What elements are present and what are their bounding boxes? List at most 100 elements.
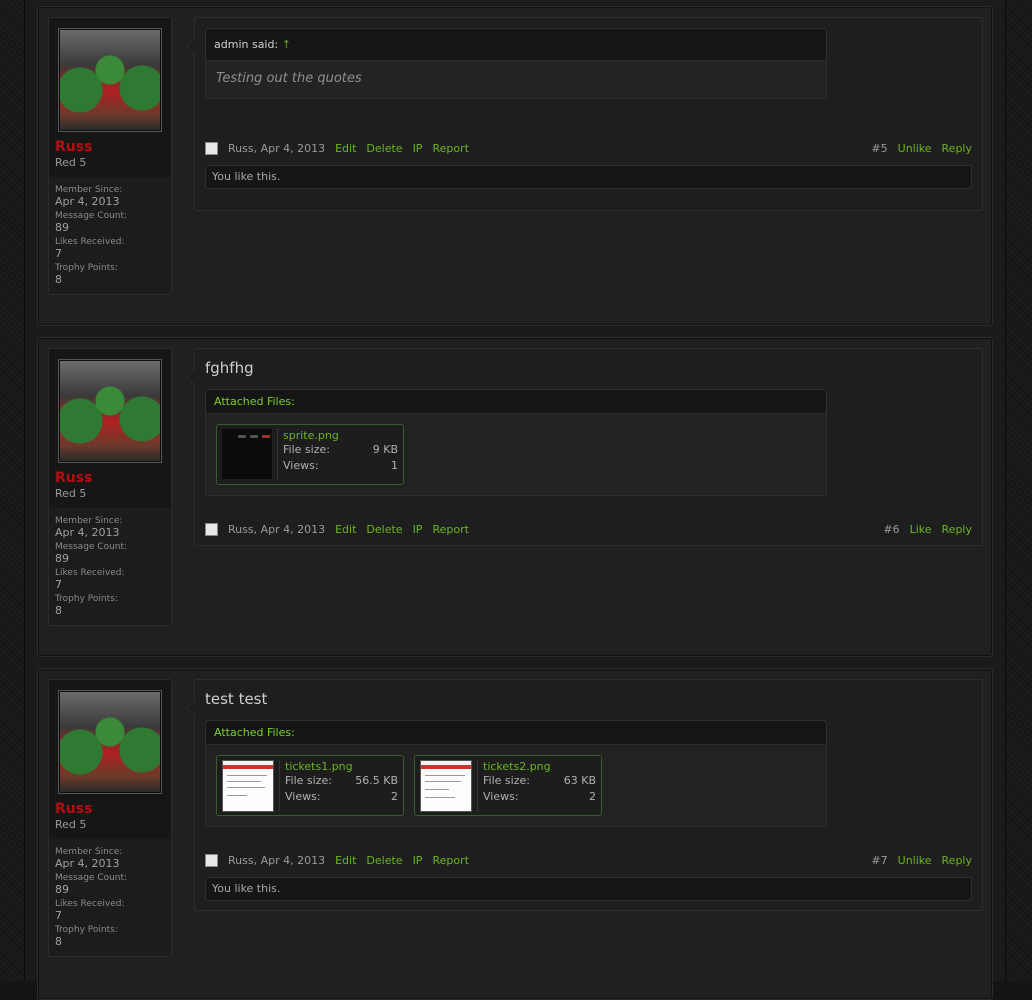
post-author-date[interactable]: Russ, Apr 4, 2013 [228,854,325,867]
post-5: Russ Red 5 Member Since: Apr 4, 2013 Mes… [37,6,993,326]
likes-summary: You like this. [205,877,972,901]
avatar[interactable] [58,359,162,463]
stat-value: Apr 4, 2013 [55,526,120,539]
ip-link[interactable]: IP [413,142,423,155]
message-content: admin said: ↑ Testing out the quotes Rus… [186,17,983,211]
stat-value: 7 [55,247,62,260]
user-stats: Member Since: Apr 4, 2013 Message Count:… [49,508,171,628]
file-size-label: File size: [283,443,330,456]
stat-value: 8 [55,273,62,286]
likes-summary: You like this. [205,165,972,189]
post-6: Russ Red 5 Member Since: Apr 4, 2013 Mes… [37,337,993,657]
quote-jump-icon[interactable]: ↑ [282,38,291,51]
user-info: Russ Red 5 Member Since: Apr 4, 2013 Mes… [48,679,172,957]
file-size: 9 KB [372,443,398,456]
stat-value: 89 [55,883,69,896]
attachment-name[interactable]: sprite.png [283,429,398,442]
attached-files-header: Attached Files: [206,390,826,414]
attachment[interactable]: sprite.png File size: 9 KB Views: 1 [216,424,404,485]
like-link[interactable]: Like [910,523,932,536]
attachment-name[interactable]: tickets1.png [285,760,398,773]
user-info: Russ Red 5 Member Since: Apr 4, 2013 Mes… [48,17,172,295]
post-controls: Russ, Apr 4, 2013 Edit Delete IP Report … [205,521,972,537]
avatar[interactable] [58,28,162,132]
ip-link[interactable]: IP [413,523,423,536]
views-label: Views: [483,790,519,803]
post-number[interactable]: #7 [871,854,887,867]
views-label: Views: [283,459,319,472]
views-count: 1 [391,459,398,472]
file-size: 56.5 KB [355,774,398,787]
user-stats: Member Since: Apr 4, 2013 Message Count:… [49,839,171,959]
post-number[interactable]: #5 [871,142,887,155]
views-label: Views: [285,790,321,803]
stat-label: Trophy Points: [55,925,118,935]
stat-label: Member Since: [55,185,123,195]
attached-files-header: Attached Files: [206,721,826,745]
user-title: Red 5 [55,156,87,169]
file-size-label: File size: [483,774,530,787]
unlike-link[interactable]: Unlike [898,854,932,867]
views-count: 2 [589,790,596,803]
attachment[interactable]: tickets2.png File size: 63 KB Views: 2 [414,755,602,816]
post-controls: Russ, Apr 4, 2013 Edit Delete IP Report … [205,852,972,868]
edit-link[interactable]: Edit [335,523,356,536]
stat-value: 8 [55,935,62,948]
edit-link[interactable]: Edit [335,142,356,155]
stat-value: 7 [55,909,62,922]
quote-text: Testing out the quotes [216,71,362,86]
delete-link[interactable]: Delete [366,854,402,867]
username[interactable]: Russ [49,794,171,817]
attachment-name[interactable]: tickets2.png [483,760,596,773]
stat-label: Member Since: [55,847,123,857]
attached-files: Attached Files: sprite.png File size: 9 K… [205,389,827,496]
edit-link[interactable]: Edit [335,854,356,867]
stat-value: 89 [55,552,69,565]
attachment-thumbnail[interactable] [420,760,472,812]
reply-link[interactable]: Reply [942,523,972,536]
stat-label: Member Since: [55,516,123,526]
report-link[interactable]: Report [432,854,468,867]
report-link[interactable]: Report [432,523,468,536]
stat-label: Trophy Points: [55,263,118,273]
post-author-date[interactable]: Russ, Apr 4, 2013 [228,142,325,155]
stat-value: Apr 4, 2013 [55,857,120,870]
quote-block: admin said: ↑ Testing out the quotes [205,28,827,99]
post-controls: Russ, Apr 4, 2013 Edit Delete IP Report … [205,140,972,156]
unlike-link[interactable]: Unlike [898,142,932,155]
stat-value: 8 [55,604,62,617]
ip-link[interactable]: IP [413,854,423,867]
stat-value: 89 [55,221,69,234]
user-stats: Member Since: Apr 4, 2013 Message Count:… [49,177,171,297]
avatar[interactable] [58,690,162,794]
message-content: test test Attached Files: tickets1.png F… [186,679,983,911]
report-link[interactable]: Report [432,142,468,155]
user-info: Russ Red 5 Member Since: Apr 4, 2013 Mes… [48,348,172,626]
reply-link[interactable]: Reply [942,142,972,155]
attachment-thumbnail[interactable] [222,760,274,812]
post-number[interactable]: #6 [883,523,899,536]
select-checkbox[interactable] [205,141,218,155]
message-text: test test [205,690,268,708]
reply-link[interactable]: Reply [942,854,972,867]
attachment-thumbnail[interactable] [222,429,272,479]
file-size-label: File size: [285,774,332,787]
username[interactable]: Russ [49,463,171,486]
select-checkbox[interactable] [205,522,218,536]
post-author-date[interactable]: Russ, Apr 4, 2013 [228,523,325,536]
stat-label: Message Count: [55,211,128,221]
stat-label: Likes Received: [55,568,125,578]
stat-value: 7 [55,578,62,591]
select-checkbox[interactable] [205,853,218,867]
stat-label: Message Count: [55,542,128,552]
stat-label: Likes Received: [55,237,125,247]
stat-label: Trophy Points: [55,594,118,604]
delete-link[interactable]: Delete [366,523,402,536]
delete-link[interactable]: Delete [366,142,402,155]
stat-value: Apr 4, 2013 [55,195,120,208]
quote-header: admin said: ↑ [206,29,826,61]
thread-container: Russ Red 5 Member Since: Apr 4, 2013 Mes… [24,0,1006,1000]
attachment[interactable]: tickets1.png File size: 56.5 KB Views: 2 [216,755,404,816]
username[interactable]: Russ [49,132,171,155]
message-text: fghfhg [205,359,254,377]
